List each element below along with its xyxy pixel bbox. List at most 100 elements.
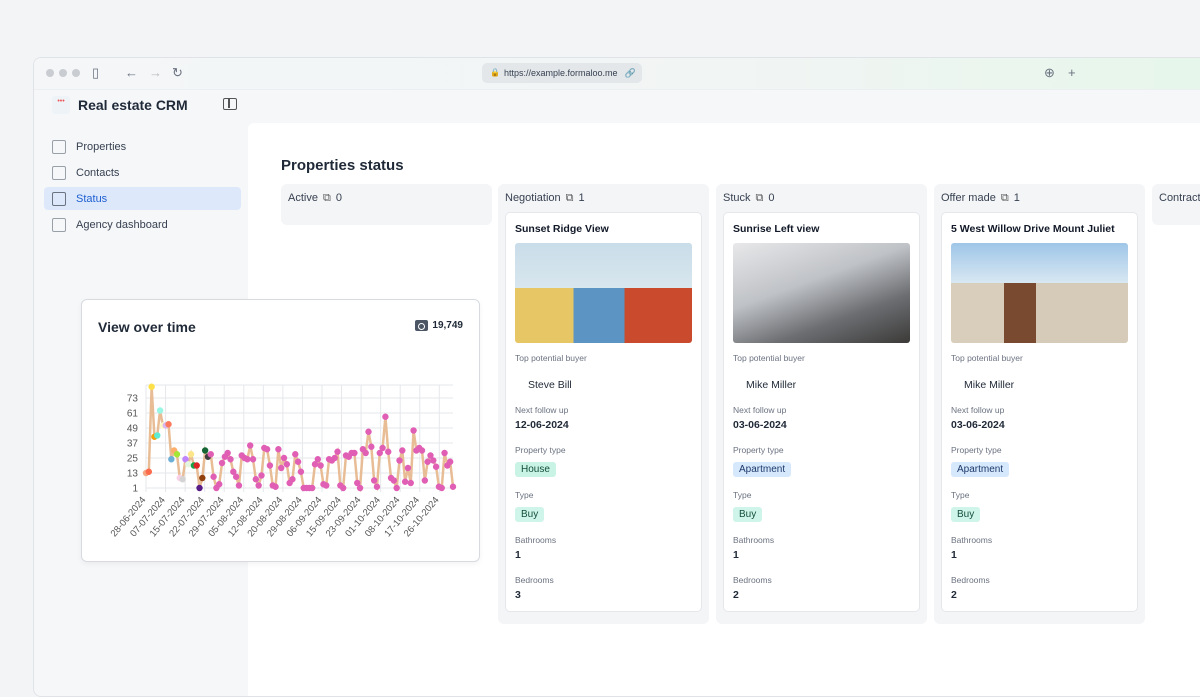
data-point xyxy=(193,462,200,469)
app-title: Real estate CRM xyxy=(78,97,188,113)
data-point xyxy=(277,464,285,472)
window-close-button[interactable] xyxy=(46,69,54,77)
next-follow-up: 12-06-2024 xyxy=(515,419,569,431)
data-point xyxy=(339,484,347,492)
column-header: Active ⧉ 0 xyxy=(281,184,492,212)
field-label: Bedrooms xyxy=(951,575,990,585)
top-buyer[interactable]: Mike Miller xyxy=(733,367,910,405)
column-header: Offer made ⧉ 1 xyxy=(934,184,1145,212)
data-point xyxy=(323,482,330,489)
data-point xyxy=(201,447,209,454)
sidebar-item-agency-dashboard[interactable]: Agency dashboard xyxy=(44,213,241,236)
property-image xyxy=(733,243,910,343)
lock-icon: 🔒 xyxy=(490,68,500,77)
new-tab-icon[interactable]: + xyxy=(1068,65,1076,80)
url-bar[interactable]: 🔒 https://example.formaloo.me 🔗 xyxy=(482,63,642,83)
bathrooms: 1 xyxy=(515,549,521,561)
sidebar-item-label: Agency dashboard xyxy=(76,218,168,231)
data-point xyxy=(399,447,406,454)
field-label: Type xyxy=(515,490,534,500)
data-point xyxy=(421,477,429,484)
column-name: Active xyxy=(288,192,318,204)
window-maximize-button[interactable] xyxy=(72,69,80,77)
data-point xyxy=(432,463,440,470)
y-tick-label: 1 xyxy=(132,484,138,495)
top-buyer[interactable]: Mike Miller xyxy=(951,367,1128,405)
y-tick-label: 37 xyxy=(127,439,139,450)
field-label: Bathrooms xyxy=(515,535,557,545)
data-point xyxy=(294,458,302,465)
field-label: Bathrooms xyxy=(733,535,775,545)
bathrooms: 1 xyxy=(951,549,957,561)
status-column-active: Active ⧉ 0 xyxy=(281,184,492,225)
data-point xyxy=(446,458,454,465)
data-point xyxy=(199,474,206,482)
property-card[interactable]: Sunset Ridge View Top potential buyer St… xyxy=(505,212,702,612)
copy-icon: ⧉ xyxy=(755,191,764,204)
sidebar-toggle-icon[interactable]: ▯ xyxy=(92,65,99,81)
sidebar-nav: Properties Contacts Status Agency dashboard xyxy=(44,135,241,239)
reload-icon[interactable]: ↻ xyxy=(172,65,183,81)
type-badge: Buy xyxy=(951,507,981,522)
data-point xyxy=(308,484,316,492)
y-tick-label: 73 xyxy=(127,394,139,405)
data-point xyxy=(263,446,271,453)
data-point xyxy=(210,473,217,480)
field-label: Next follow up xyxy=(951,405,1005,415)
data-point xyxy=(187,451,195,458)
inbox-icon xyxy=(52,191,66,206)
data-point xyxy=(283,461,291,468)
data-point xyxy=(252,476,260,483)
column-name: Offer made xyxy=(941,192,996,204)
column-count: 0 xyxy=(335,192,342,204)
data-point xyxy=(365,428,372,435)
status-column-offer-made: Offer made ⧉ 1 5 West Willow Drive Mount J… xyxy=(934,184,1145,624)
bedrooms: 3 xyxy=(515,589,521,601)
collapse-sidebar-icon[interactable] xyxy=(223,98,237,110)
field-label: Property type xyxy=(951,445,1002,455)
data-point xyxy=(258,472,265,479)
sidebar-item-status[interactable]: Status xyxy=(44,187,241,210)
type-badge: Buy xyxy=(515,507,545,522)
field-label: Property type xyxy=(733,445,784,455)
back-icon[interactable]: ← xyxy=(125,65,138,80)
data-point xyxy=(351,449,358,457)
column-count: 1 xyxy=(578,192,585,204)
data-point xyxy=(404,464,412,472)
data-point xyxy=(168,456,175,463)
property-card[interactable]: 5 West Willow Drive Mount Juliet Top pot… xyxy=(941,212,1138,612)
bedrooms: 2 xyxy=(733,589,739,601)
field-label: Next follow up xyxy=(733,405,787,415)
download-icon[interactable]: ⊕ xyxy=(1044,65,1055,81)
column-header: Stuck ⧉ 0 xyxy=(716,184,927,212)
data-point xyxy=(185,461,192,468)
status-column-stuck: Stuck ⧉ 0 Sunrise Left view Top potential … xyxy=(716,184,927,624)
column-header: Contract xyxy=(1152,184,1200,212)
copy-icon: ⧉ xyxy=(322,191,331,204)
field-label: Next follow up xyxy=(515,405,569,415)
data-point xyxy=(424,458,431,465)
data-point xyxy=(438,484,445,492)
sidebar-item-label: Contacts xyxy=(76,166,120,179)
column-name: Contract xyxy=(1159,192,1200,204)
data-point xyxy=(249,456,257,463)
top-buyer[interactable]: Steve Bill xyxy=(515,367,692,405)
data-point xyxy=(266,462,274,469)
browser-toolbar: ▯ ← → ↻ 🔒 https://example.formaloo.me 🔗 ⊕ … xyxy=(34,58,1200,90)
data-point xyxy=(373,483,381,490)
sidebar-item-properties[interactable]: Properties xyxy=(44,135,241,158)
field-label: Property type xyxy=(515,445,566,455)
data-point xyxy=(232,473,240,480)
sidebar-item-contacts[interactable]: Contacts xyxy=(44,161,241,184)
data-point xyxy=(385,448,392,455)
forward-icon[interactable]: → xyxy=(149,65,162,80)
copy-icon: ⧉ xyxy=(565,191,574,204)
column-count: 1 xyxy=(1013,192,1020,204)
data-point xyxy=(449,483,457,490)
data-point xyxy=(379,444,386,452)
link-icon[interactable]: 🔗 xyxy=(625,63,636,83)
data-point xyxy=(297,468,305,475)
field-label: Top potential buyer xyxy=(951,353,1023,363)
property-card[interactable]: Sunrise Left view Top potential buyer Mi… xyxy=(723,212,920,612)
window-minimize-button[interactable] xyxy=(59,69,67,77)
